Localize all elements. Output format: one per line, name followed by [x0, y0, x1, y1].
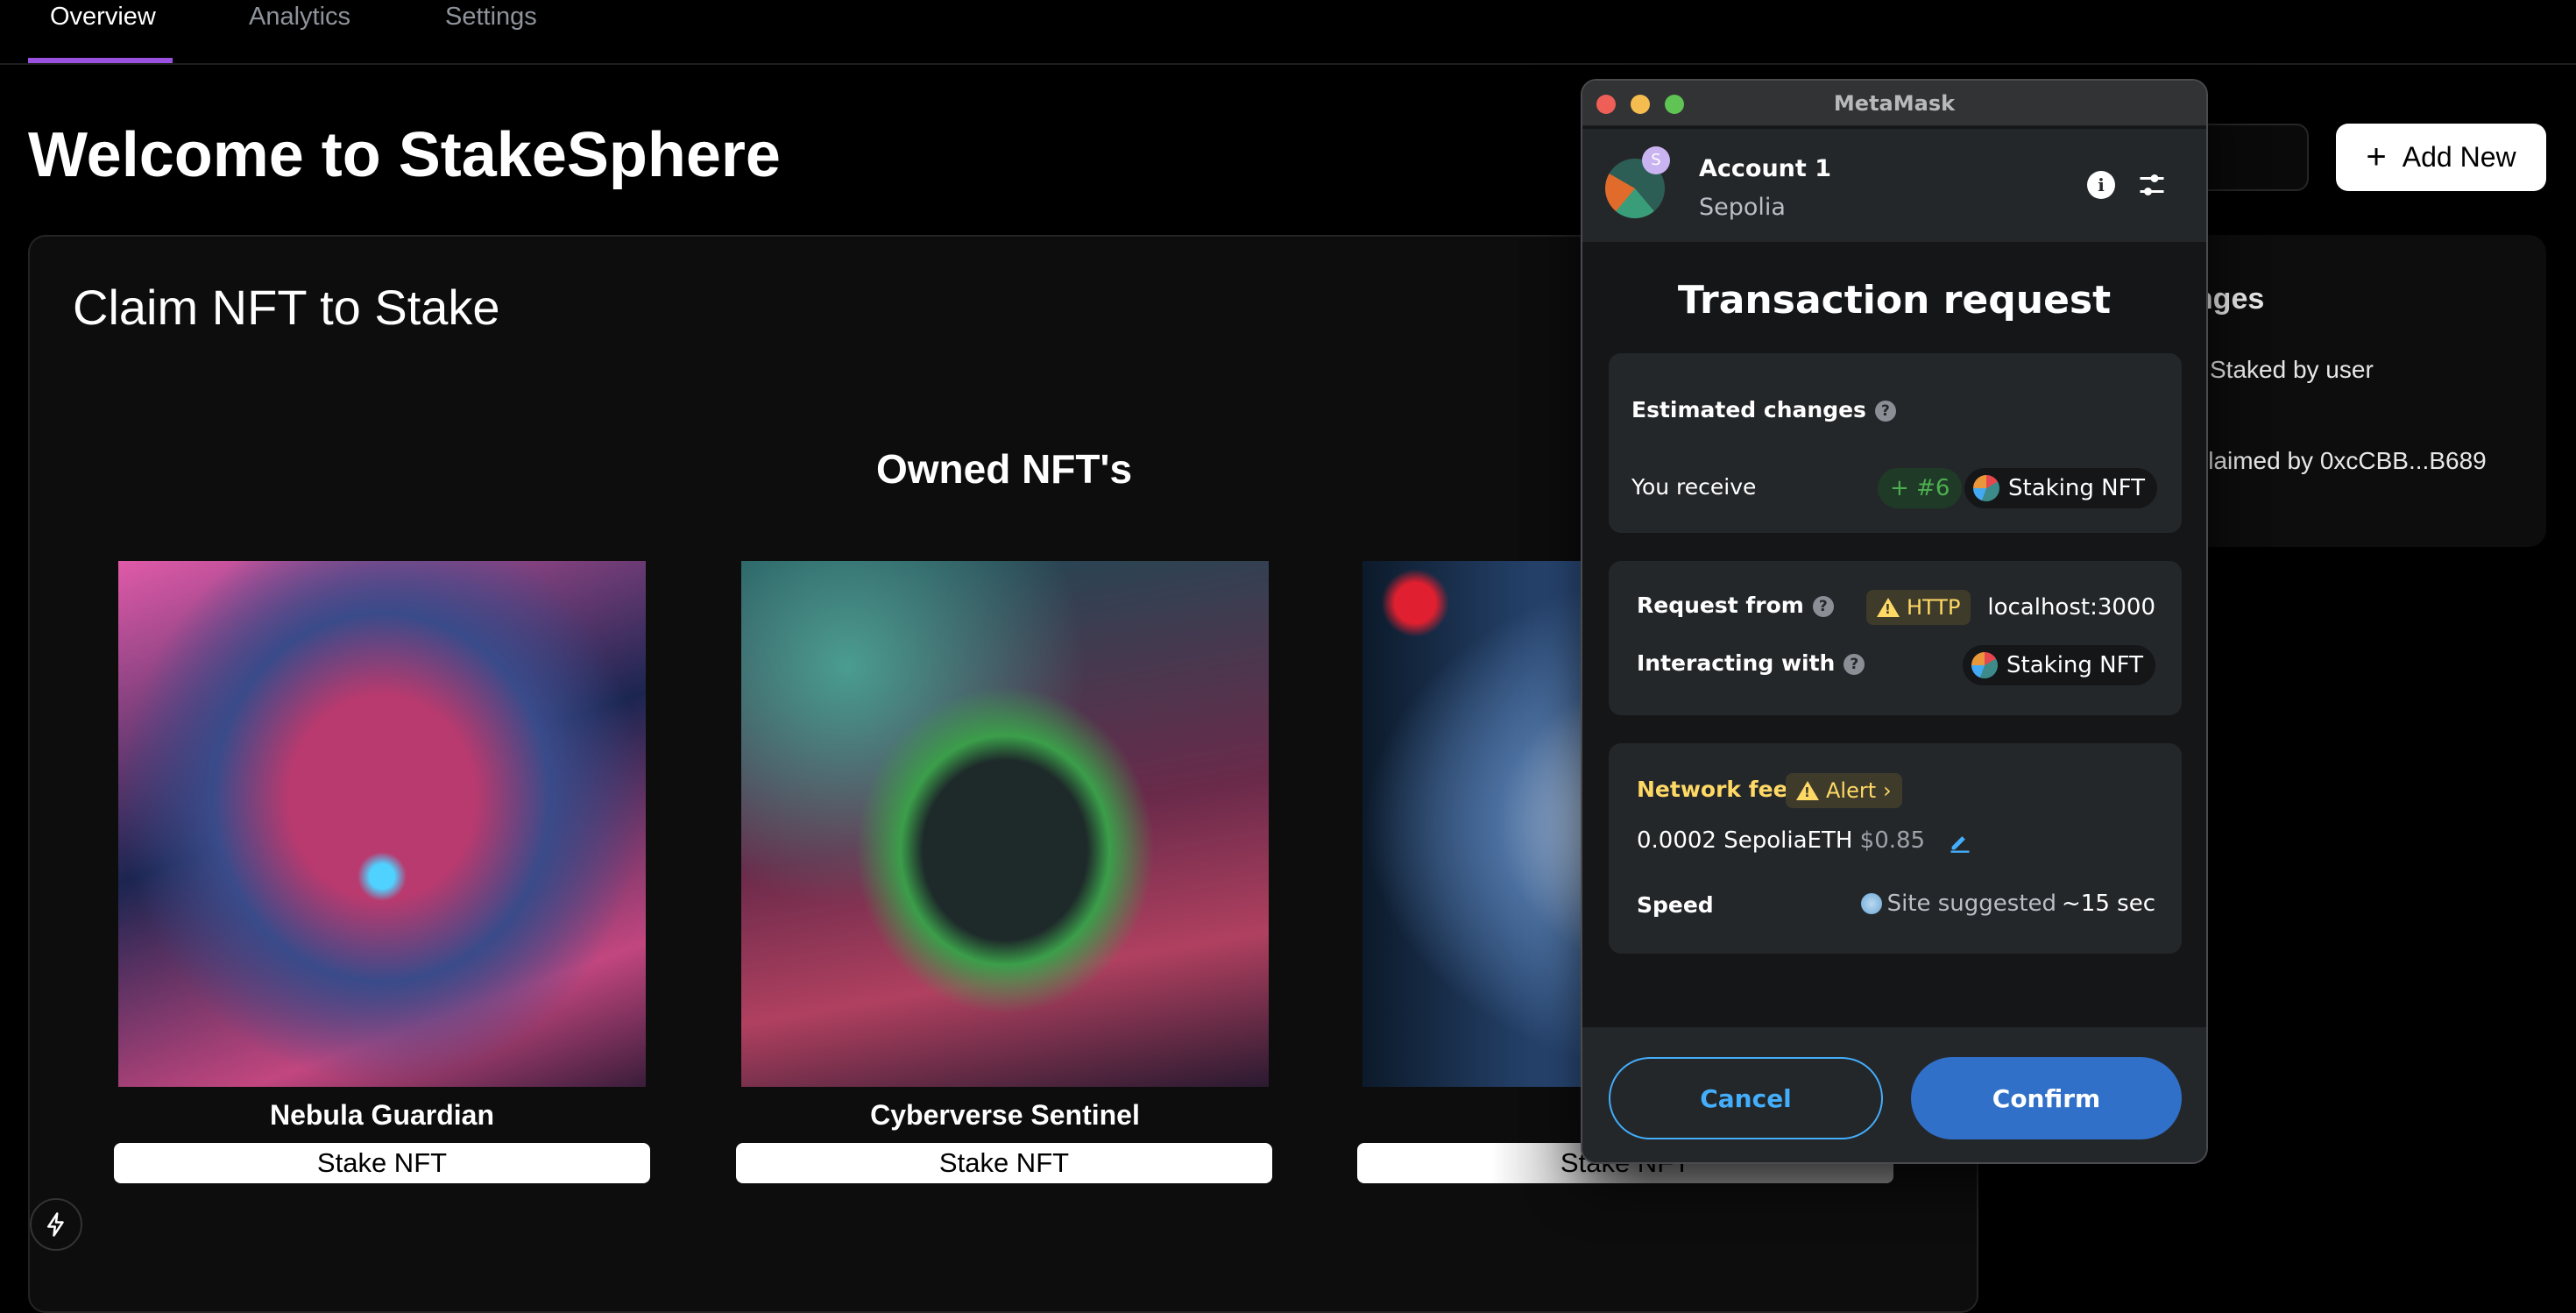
token-name: Staking NFT	[2008, 475, 2145, 501]
settings-sliders-icon[interactable]	[2136, 169, 2168, 201]
network-badge: S	[1642, 146, 1670, 174]
http-warning-badge[interactable]: HTTP	[1866, 590, 1971, 625]
nft-token-icon	[1973, 475, 1999, 501]
chevron-right-icon: ›	[1883, 778, 1892, 803]
plus-icon: +	[2366, 138, 2387, 176]
change-item: Claimed by 0xcCBB...B689	[2190, 447, 2487, 474]
change-item: Staked by user	[2210, 356, 2374, 383]
contract-name: Staking NFT	[2006, 652, 2143, 678]
estimated-changes-label: Estimated changes	[1631, 397, 1866, 422]
window-titlebar[interactable]: MetaMask	[1582, 81, 2206, 127]
speed-label: Speed	[1637, 892, 1714, 918]
network-fee-label: Network fee	[1637, 777, 1788, 802]
token-pill[interactable]: Staking NFT	[1964, 468, 2157, 508]
fee-fiat: $0.85	[1859, 827, 1926, 854]
you-receive-label: You receive	[1631, 474, 1757, 500]
http-label: HTTP	[1907, 595, 1961, 620]
request-details-card: Request from? HTTP localhost:3000 Intera…	[1609, 561, 2182, 715]
stake-nft-button[interactable]: Stake NFT	[736, 1143, 1272, 1183]
metamask-window: MetaMask S Account 1 Sepolia i Transacti…	[1581, 79, 2208, 1164]
help-icon[interactable]: ?	[1874, 401, 1896, 422]
warning-icon	[1796, 781, 1819, 800]
transaction-heading: Transaction request	[1677, 278, 2112, 323]
help-icon[interactable]: ?	[1844, 654, 1865, 675]
confirm-button[interactable]: Confirm	[1911, 1057, 2182, 1139]
nft-token-icon	[1971, 652, 1998, 678]
contract-pill[interactable]: Staking NFT	[1963, 645, 2155, 685]
add-new-button[interactable]: + Add New	[2336, 124, 2546, 191]
page-title: Welcome to StakeSphere	[28, 120, 781, 190]
globe-icon	[1860, 893, 1882, 914]
estimated-changes-card: Estimated changes? You receive + #6 Stak…	[1609, 353, 2182, 533]
dev-tools-button[interactable]	[30, 1198, 82, 1251]
interacting-with-label: Interacting with	[1637, 650, 1836, 676]
lightning-icon	[47, 1212, 64, 1237]
alert-label: Alert	[1826, 778, 1877, 803]
nft-name: Nebula Guardian	[269, 1099, 495, 1131]
network-name[interactable]: Sepolia	[1699, 194, 1786, 221]
tab-divider	[0, 63, 2576, 65]
network-fee-card: Network fee Alert› 0.0002 SepoliaETH $0.…	[1609, 743, 2182, 954]
request-origin: localhost:3000	[1987, 594, 2155, 621]
nft-image-cyberverse-sentinel	[741, 561, 1269, 1087]
edit-fee-pencil-icon[interactable]	[1948, 829, 1972, 854]
fee-amount: 0.0002 SepoliaETH	[1637, 827, 1853, 854]
claim-card-title: Claim NFT to Stake	[73, 280, 500, 335]
warning-icon	[1877, 598, 1900, 617]
fee-alert-button[interactable]: Alert›	[1786, 773, 1902, 808]
tab-overview[interactable]: Overview	[50, 0, 156, 33]
tab-settings[interactable]: Settings	[445, 0, 537, 33]
speed-value: ~15 sec	[2062, 891, 2155, 917]
receive-amount-badge: + #6	[1878, 468, 1963, 508]
request-from-label: Request from	[1637, 593, 1804, 618]
window-title: MetaMask	[1833, 91, 1956, 116]
tab-analytics[interactable]: Analytics	[249, 0, 350, 33]
stake-nft-button[interactable]: Stake NFT	[114, 1143, 650, 1183]
nft-image-nebula-guardian	[118, 561, 646, 1087]
account-header: S Account 1 Sepolia i	[1582, 129, 2206, 242]
cancel-button[interactable]: Cancel	[1609, 1057, 1883, 1139]
speed-source: Site suggested	[1886, 891, 2057, 917]
account-name[interactable]: Account 1	[1699, 155, 1831, 182]
active-tab-indicator	[28, 58, 173, 63]
help-icon[interactable]: ?	[1812, 596, 1834, 617]
nft-name: Cyberverse Sentinel	[870, 1099, 1140, 1131]
add-new-label: Add New	[2402, 141, 2516, 173]
info-icon[interactable]: i	[2087, 171, 2115, 199]
action-footer: Cancel Confirm	[1582, 1027, 2206, 1162]
